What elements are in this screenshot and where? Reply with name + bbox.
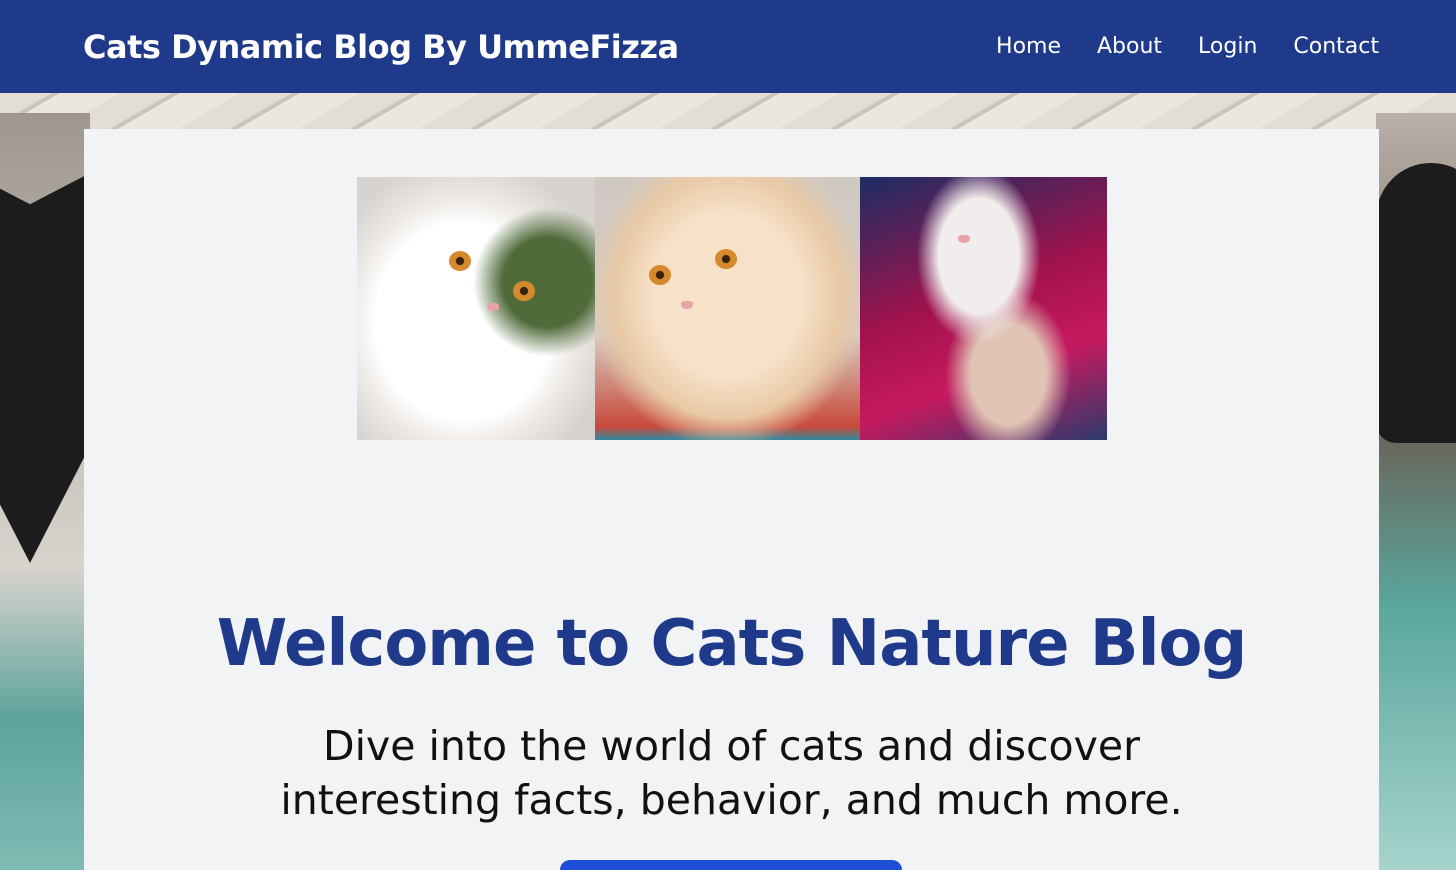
nav-link-login[interactable]: Login bbox=[1198, 34, 1257, 59]
site-brand[interactable]: Cats Dynamic Blog By UmmeFizza bbox=[83, 28, 679, 66]
nav-link-about[interactable]: About bbox=[1097, 34, 1162, 59]
cat-eye bbox=[513, 281, 535, 301]
white-persian-cat-photo bbox=[357, 177, 595, 440]
nav-links: Home About Login Contact bbox=[996, 34, 1379, 59]
cat-eye bbox=[649, 265, 671, 285]
cat-eye bbox=[715, 249, 737, 269]
page-subtitle: Dive into the world of cats and discover… bbox=[280, 722, 1183, 825]
cat-nose bbox=[681, 301, 693, 309]
page-title: Welcome to Cats Nature Blog bbox=[216, 607, 1248, 681]
nav-link-home[interactable]: Home bbox=[996, 34, 1061, 59]
cat-photo-gallery bbox=[357, 177, 1107, 440]
cat-nose bbox=[487, 303, 499, 311]
cat-nose bbox=[958, 235, 970, 243]
hero-card: Welcome to Cats Nature Blog Dive into th… bbox=[84, 129, 1379, 870]
cat-eye bbox=[449, 251, 471, 271]
call-to-action-button[interactable] bbox=[560, 860, 902, 870]
nav-link-contact[interactable]: Contact bbox=[1293, 34, 1379, 59]
background-heart-shape-right bbox=[1376, 163, 1456, 443]
cream-persian-cat-photo bbox=[595, 177, 860, 440]
top-navbar: Cats Dynamic Blog By UmmeFizza Home Abou… bbox=[0, 0, 1456, 93]
cat-in-red-blanket-photo bbox=[860, 177, 1107, 440]
